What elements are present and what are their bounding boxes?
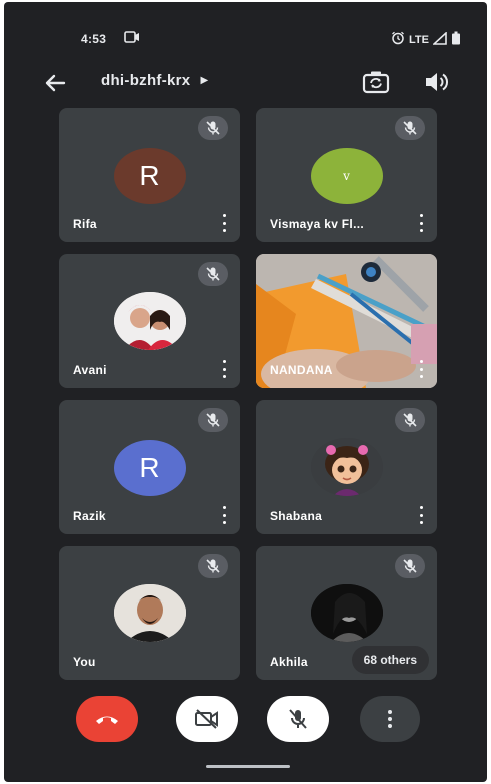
- mic-off-icon: [198, 116, 228, 140]
- speaker-icon: [426, 73, 449, 91]
- status-indicators: LTE: [391, 30, 461, 48]
- more-options-button[interactable]: [360, 696, 420, 742]
- participant-tile[interactable]: R Razik: [59, 400, 240, 534]
- avatar-photo: [113, 292, 186, 350]
- more-vert-icon: [388, 710, 392, 728]
- meeting-code: dhi-bzhf-krx: [101, 72, 191, 89]
- more-options-button[interactable]: [218, 506, 230, 524]
- end-call-button[interactable]: [76, 696, 138, 742]
- avatar-initial: v: [343, 169, 350, 183]
- back-button[interactable]: [40, 70, 70, 96]
- switch-camera-icon: [362, 71, 390, 94]
- avatar-initial: R: [139, 160, 160, 191]
- mic-off-icon: [395, 554, 425, 578]
- participant-name: You: [73, 655, 96, 669]
- participant-tile[interactable]: R Rifa: [59, 108, 240, 242]
- status-time: 4:53: [81, 32, 107, 46]
- home-indicator[interactable]: [206, 765, 290, 768]
- status-bar: 4:53 LTE: [4, 2, 487, 60]
- camera-off-icon: [195, 709, 218, 729]
- more-options-button[interactable]: [415, 360, 427, 378]
- avatar: v: [310, 148, 383, 204]
- avatar-photo: [113, 584, 186, 642]
- meeting-header: dhi-bzhf-krx ▶: [4, 64, 487, 104]
- mic-off-icon: [395, 116, 425, 140]
- mic-off-icon: [198, 554, 228, 578]
- participant-name: Akhila: [270, 655, 308, 669]
- camera-toggle-button[interactable]: [176, 696, 238, 742]
- more-options-button[interactable]: [218, 214, 230, 232]
- participant-name: Vismaya kv Fl...: [270, 217, 364, 231]
- participant-name: Avani: [73, 363, 107, 377]
- participant-tile[interactable]: v Vismaya kv Fl...: [256, 108, 437, 242]
- mic-off-icon: [198, 408, 228, 432]
- participant-tile[interactable]: Shabana: [256, 400, 437, 534]
- caret-right-icon: ▶: [200, 75, 209, 86]
- mic-off-icon: [198, 262, 228, 286]
- participant-video-tile[interactable]: NANDANA: [256, 254, 437, 388]
- avatar-initial: R: [139, 452, 160, 483]
- participant-tile[interactable]: Akhila 68 others: [256, 546, 437, 680]
- arrow-left-icon: [45, 74, 66, 92]
- battery-icon: [451, 31, 461, 48]
- others-count-button[interactable]: 68 others: [351, 646, 429, 674]
- participant-name: Rifa: [73, 217, 97, 231]
- participant-tile[interactable]: Avani: [59, 254, 240, 388]
- phone-screen: 4:53 LTE dhi-bzhf-krx ▶ R Rifa v Vismaya…: [4, 2, 487, 782]
- switch-camera-button[interactable]: [361, 68, 391, 96]
- self-view-tile[interactable]: You: [59, 546, 240, 680]
- mic-off-icon: [289, 709, 307, 729]
- signal-icon: [431, 30, 447, 48]
- alarm-icon: [391, 31, 405, 48]
- meeting-details-button[interactable]: dhi-bzhf-krx ▶: [101, 72, 208, 89]
- avatar: R: [113, 148, 186, 204]
- mic-off-icon: [395, 408, 425, 432]
- participant-name: Shabana: [270, 509, 323, 523]
- more-options-button[interactable]: [415, 506, 427, 524]
- screen-cast-icon: [124, 30, 140, 49]
- avatar: R: [113, 440, 186, 496]
- audio-output-button[interactable]: [422, 68, 452, 96]
- more-options-button[interactable]: [218, 360, 230, 378]
- call-controls: [4, 696, 487, 744]
- network-type: LTE: [409, 33, 429, 46]
- phone-hangup-icon: [96, 716, 118, 724]
- mic-toggle-button[interactable]: [267, 696, 329, 742]
- participant-name: Razik: [73, 509, 106, 523]
- avatar-photo: [310, 584, 383, 642]
- participant-name: NANDANA: [270, 363, 333, 377]
- more-options-button[interactable]: [415, 214, 427, 232]
- avatar-photo: [310, 438, 383, 496]
